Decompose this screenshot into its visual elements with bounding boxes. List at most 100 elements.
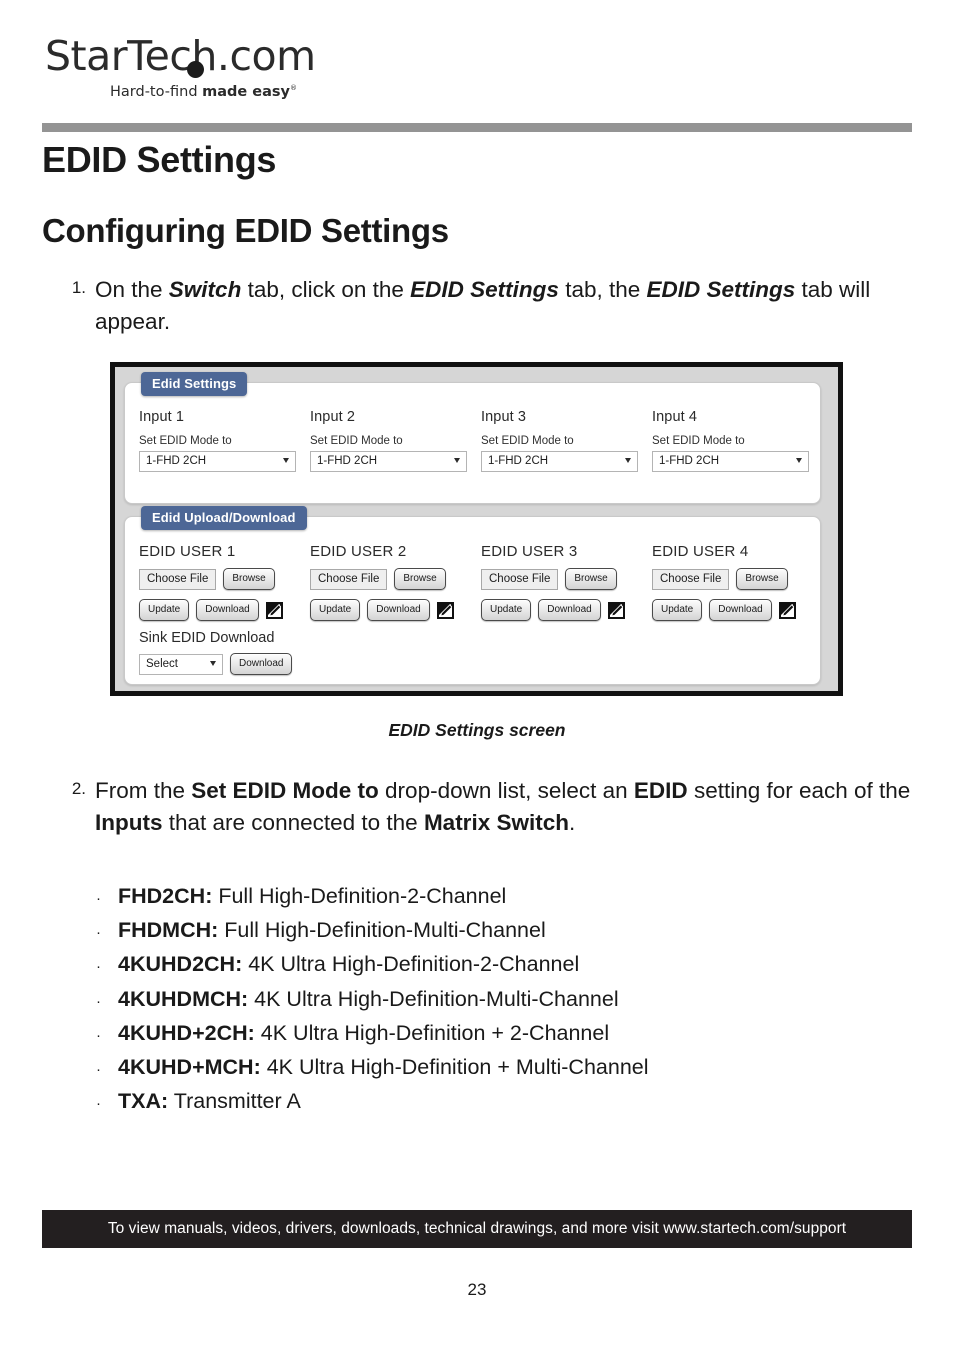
list-item-desc: Transmitter A: [168, 1089, 301, 1114]
list-item-term: 4KUHDMCH:: [118, 986, 249, 1011]
pencil-glyph: [441, 603, 453, 615]
edid-user-column-1: EDID USER 1 Choose File Browse Update Do…: [139, 543, 310, 684]
list-item-text: FHD2CH: Full High-Definition-2-Channel: [118, 884, 506, 909]
support-footer-bar: To view manuals, videos, drivers, downlo…: [42, 1210, 912, 1248]
list-item-desc: 4K Ultra High-Definition + Multi-Channel: [260, 1055, 649, 1080]
edid-user-2-update-button[interactable]: Update: [310, 599, 361, 621]
edid-user-3-action-row: Update Download: [481, 599, 652, 621]
chevron-down-icon: [454, 458, 460, 463]
list-item-term: 4KUHD+2CH:: [118, 1020, 255, 1045]
input-1-edid-mode-select[interactable]: 1-FHD 2CH: [139, 451, 296, 472]
edid-user-2-download-button[interactable]: Download: [367, 599, 430, 621]
input-3-edid-mode-value: 1-FHD 2CH: [488, 455, 549, 467]
edid-user-2-choose-file-input[interactable]: Choose File: [310, 568, 388, 590]
logo-wordmark: StarTech.com: [45, 36, 355, 78]
page-number: 23: [467, 1280, 487, 1299]
edid-user-2-file-row: Choose File Browse: [310, 568, 481, 590]
chevron-down-icon: [625, 458, 631, 463]
logo-tagline: Hard-to-find made easy®: [110, 84, 355, 100]
list-item-term: FHDMCH:: [118, 918, 219, 943]
tagline-bold: made easy: [202, 84, 290, 100]
chevron-down-icon: [283, 458, 289, 463]
edid-mode-list: · FHD2CH: Full High-Definition-2-Channel…: [92, 884, 912, 1124]
list-item-term: FHD2CH:: [118, 884, 213, 908]
edid-user-3-download-button[interactable]: Download: [538, 599, 601, 621]
list-item: · FHDMCH: Full High-Definition-Multi-Cha…: [92, 918, 912, 943]
pencil-glyph: [270, 603, 282, 615]
edit-pencil-icon[interactable]: [778, 601, 796, 619]
input-3-field-label: Set EDID Mode to: [481, 435, 574, 447]
edid-user-3-update-button[interactable]: Update: [481, 599, 532, 621]
input-4-edid-mode-select[interactable]: 1-FHD 2CH: [652, 451, 809, 472]
input-column-2: Input 2 Set EDID Mode to 1-FHD 2CH: [310, 409, 481, 472]
edid-settings-panel: Edid Settings Input 1 Set EDID Mode to 1…: [124, 372, 821, 504]
input-column-3: Input 3 Set EDID Mode to 1-FHD 2CH: [481, 409, 652, 472]
edid-user-column-2: EDID USER 2 Choose File Browse Update Do…: [310, 543, 481, 684]
bullet-dot-icon: ·: [96, 1026, 101, 1044]
edid-user-1-download-button[interactable]: Download: [196, 599, 259, 621]
input-2-field-label: Set EDID Mode to: [310, 435, 403, 447]
edid-user-4-choose-file-input[interactable]: Choose File: [652, 568, 730, 590]
sink-edid-download-title: Sink EDID Download: [139, 630, 275, 646]
edid-user-1-choose-file-input[interactable]: Choose File: [139, 568, 217, 590]
input-2-edid-mode-value: 1-FHD 2CH: [317, 455, 378, 467]
chevron-down-icon: [796, 458, 802, 463]
tab-edid-settings[interactable]: Edid Settings: [141, 372, 248, 396]
edid-user-4-download-button[interactable]: Download: [709, 599, 772, 621]
edit-pencil-icon[interactable]: [607, 601, 625, 619]
edid-user-column-4: EDID USER 4 Choose File Browse Update Do…: [652, 543, 823, 684]
edid-user-3-browse-button[interactable]: Browse: [565, 568, 617, 590]
input-1-field-label: Set EDID Mode to: [139, 435, 232, 447]
edid-user-3-choose-file-input[interactable]: Choose File: [481, 568, 559, 590]
edid-user-3-file-row: Choose File Browse: [481, 568, 652, 590]
support-footer-text: To view manuals, videos, drivers, downlo…: [107, 1220, 847, 1237]
list-item-text: 4KUHD+MCH: 4K Ultra High-Definition + Mu…: [118, 1055, 649, 1080]
input-3-edid-mode-select[interactable]: 1-FHD 2CH: [481, 451, 638, 472]
input-column-1: Input 1 Set EDID Mode to 1-FHD 2CH: [139, 409, 310, 472]
bullet-dot-icon: ·: [96, 1095, 101, 1113]
edid-user-2-action-row: Update Download: [310, 599, 481, 621]
list-item-text: TXA: Transmitter A: [118, 1089, 301, 1114]
document-page: StarTech.com Hard-to-find made easy® EDI…: [0, 0, 954, 1345]
sink-edid-select[interactable]: Select: [139, 653, 223, 675]
list-item: · 4KUHD2CH: 4K Ultra High-Definition-2-C…: [92, 952, 912, 977]
bullet-dot-icon: ·: [96, 1061, 101, 1079]
bullet-dot-icon: ·: [96, 958, 101, 976]
inputs-column-group: Input 1 Set EDID Mode to 1-FHD 2CH Input…: [139, 409, 810, 472]
section-heading: Configuring EDID Settings: [42, 212, 449, 249]
bullet-dot-icon: ·: [96, 924, 101, 942]
edid-user-4-action-row: Update Download: [652, 599, 823, 621]
instruction-step-1: 1. On the Switch tab, click on the EDID …: [57, 274, 917, 338]
list-item-term: TXA:: [118, 1089, 169, 1114]
edid-user-2-browse-button[interactable]: Browse: [394, 568, 446, 590]
pencil-glyph: [612, 603, 624, 615]
tagline-plain: Hard-to-find: [110, 84, 203, 100]
edid-upload-download-panel: Edid Upload/Download EDID USER 1 Choose …: [124, 506, 823, 685]
list-item: · TXA: Transmitter A: [92, 1089, 912, 1114]
list-item-desc: 4K Ultra High-Definition-Multi-Channel: [248, 986, 619, 1011]
tab-edid-upload-download[interactable]: Edid Upload/Download: [141, 506, 307, 530]
list-item-desc: Full High-Definition-Multi-Channel: [218, 918, 546, 943]
input-2-edid-mode-select[interactable]: 1-FHD 2CH: [310, 451, 467, 472]
edit-pencil-icon[interactable]: [436, 601, 454, 619]
input-4-field-label: Set EDID Mode to: [652, 435, 745, 447]
step-text: On the Switch tab, click on the EDID Set…: [95, 277, 871, 334]
list-item-text: 4KUHDMCH: 4K Ultra High-Definition-Multi…: [118, 987, 619, 1012]
edid-user-4-update-button[interactable]: Update: [652, 599, 703, 621]
tagline-registered-mark: ®: [290, 84, 297, 93]
edid-user-1-browse-button[interactable]: Browse: [223, 568, 275, 590]
input-4-title: Input 4: [652, 409, 698, 425]
chevron-down-icon: [210, 660, 216, 666]
instruction-step-2: 2. From the Set EDID Mode to drop-down l…: [57, 775, 917, 839]
edid-settings-screenshot-figure: Edid Settings Input 1 Set EDID Mode to 1…: [110, 362, 843, 696]
page-title: EDID Settings: [42, 139, 277, 180]
list-item: · 4KUHD+2CH: 4K Ultra High-Definition + …: [92, 1021, 912, 1046]
edid-user-4-browse-button[interactable]: Browse: [736, 568, 788, 590]
figure-caption: EDID Settings screen: [388, 720, 566, 740]
list-item-text: 4KUHD+2CH: 4K Ultra High-Definition + 2-…: [118, 1021, 609, 1046]
sink-edid-download-button[interactable]: Download: [230, 653, 293, 675]
list-item-desc: Full High-Definition-2-Channel: [212, 884, 507, 908]
edid-user-3-title: EDID USER 3: [481, 543, 578, 560]
edid-user-1-update-button[interactable]: Update: [139, 599, 190, 621]
edit-pencil-icon[interactable]: [265, 601, 283, 619]
